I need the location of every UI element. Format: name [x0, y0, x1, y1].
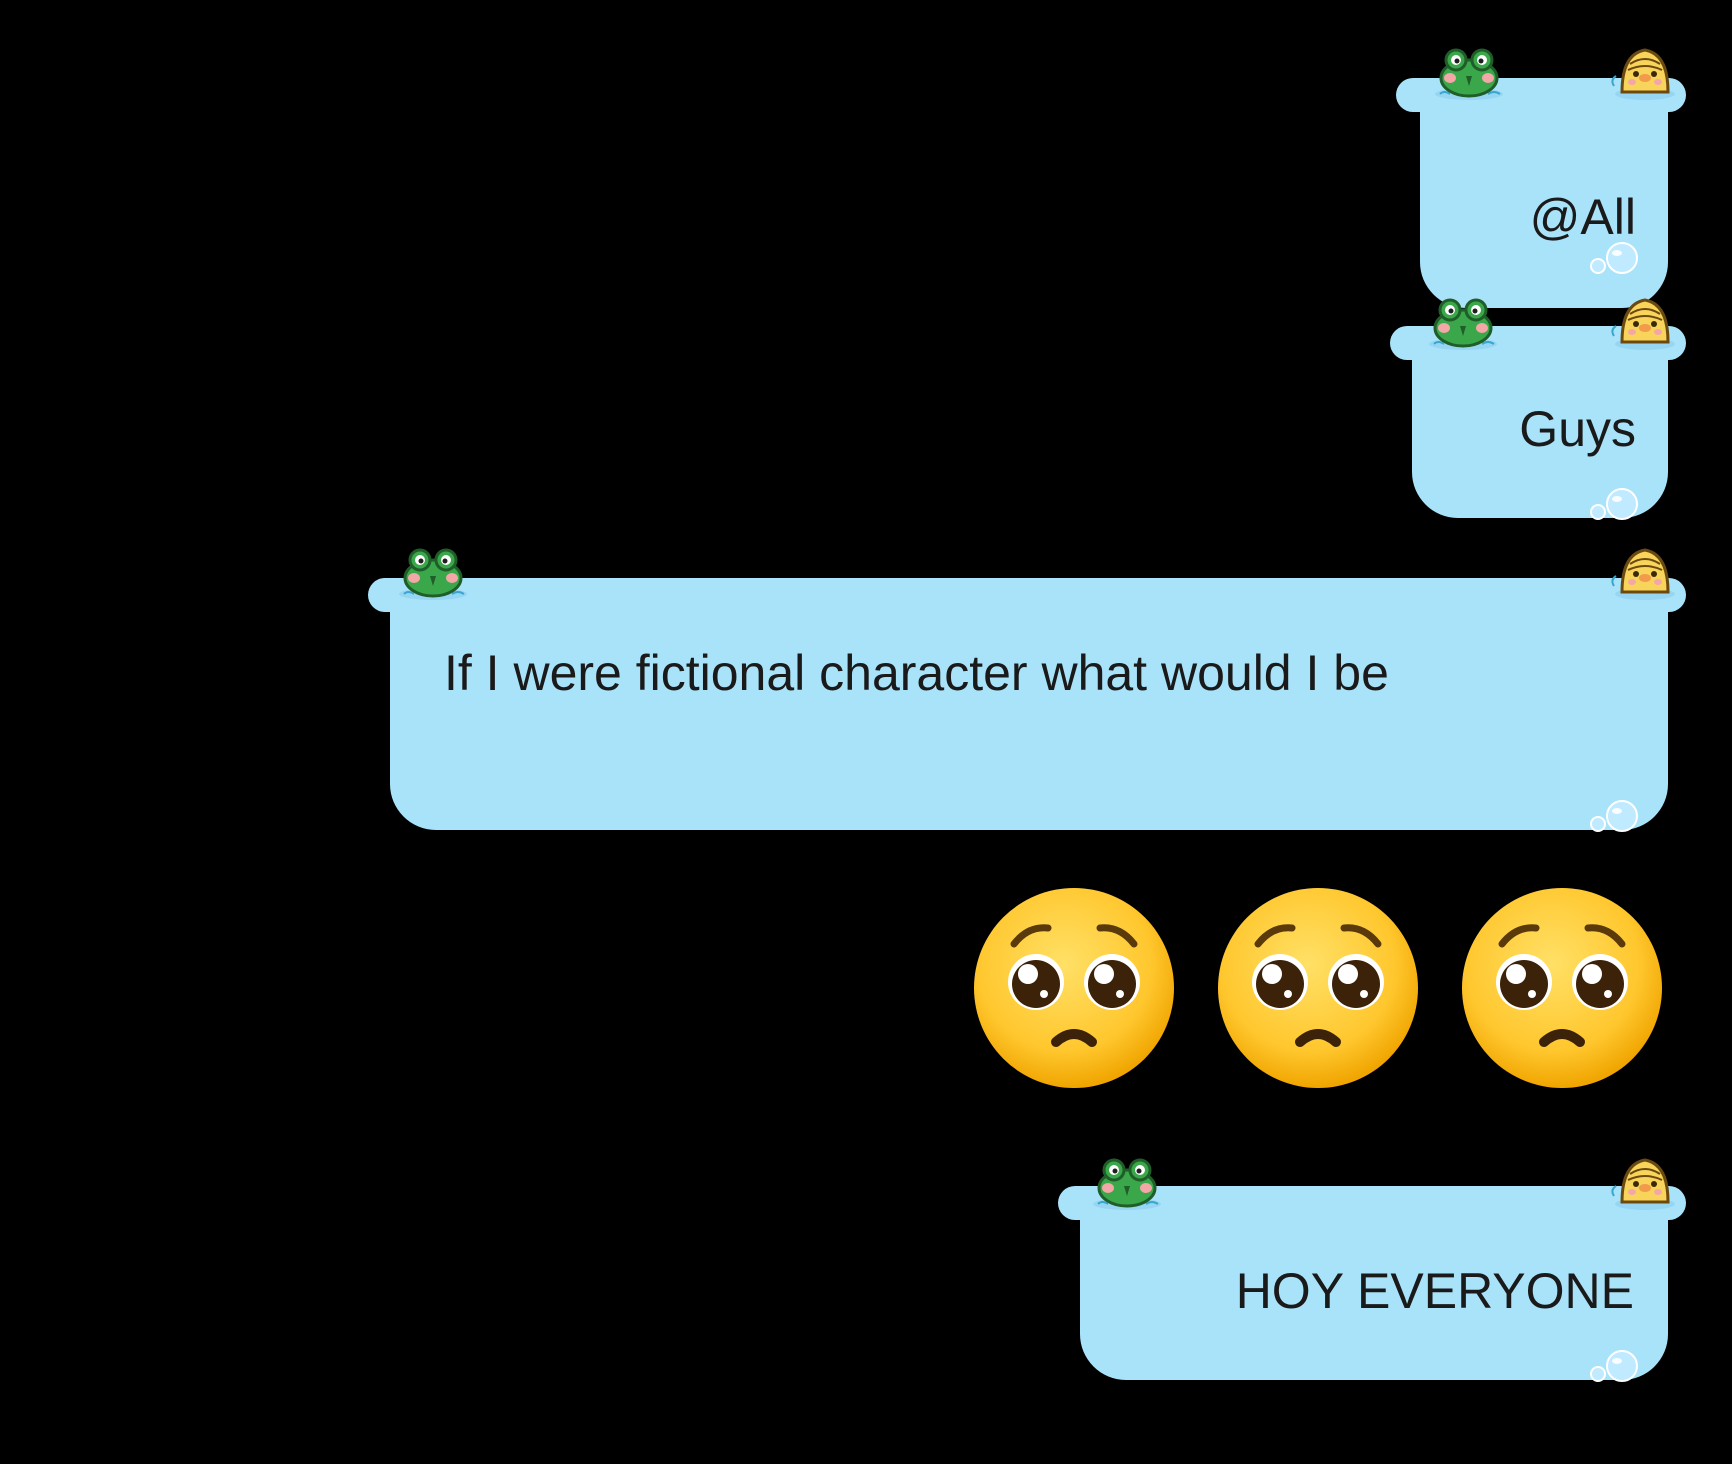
frog-icon	[1090, 1150, 1164, 1214]
bubble-body: HOY EVERYONE	[1080, 1188, 1668, 1380]
message-bubble[interactable]: HOY EVERYONE	[1058, 1150, 1686, 1390]
message-bubble[interactable]: @All	[1396, 40, 1686, 308]
water-bubbles-icon	[1584, 484, 1644, 524]
frog-icon	[396, 540, 470, 604]
duck-icon	[1608, 290, 1682, 354]
frog-icon	[1426, 290, 1500, 354]
water-bubbles-icon	[1584, 1346, 1644, 1386]
message-bubble[interactable]: Guys	[1390, 290, 1686, 530]
message-text: HOY EVERYONE	[1235, 1263, 1634, 1319]
frog-icon	[1432, 40, 1506, 104]
pleading-face-emoji	[1214, 884, 1422, 1092]
message-text: Guys	[1519, 401, 1636, 457]
message-text: If I were fictional character what would…	[444, 645, 1389, 701]
message-bubble[interactable]: If I were fictional character what would…	[368, 540, 1686, 840]
duck-icon	[1608, 1150, 1682, 1214]
duck-icon	[1608, 540, 1682, 604]
water-bubbles-icon	[1584, 796, 1644, 836]
emoji-message[interactable]	[970, 884, 1670, 1094]
bubble-body: If I were fictional character what would…	[390, 578, 1668, 830]
water-bubbles-icon	[1584, 238, 1644, 278]
pleading-face-emoji	[1458, 884, 1666, 1092]
duck-icon	[1608, 40, 1682, 104]
chat-thread: @All Guys If I were fictional character …	[0, 0, 1732, 1464]
pleading-face-emoji	[970, 884, 1178, 1092]
